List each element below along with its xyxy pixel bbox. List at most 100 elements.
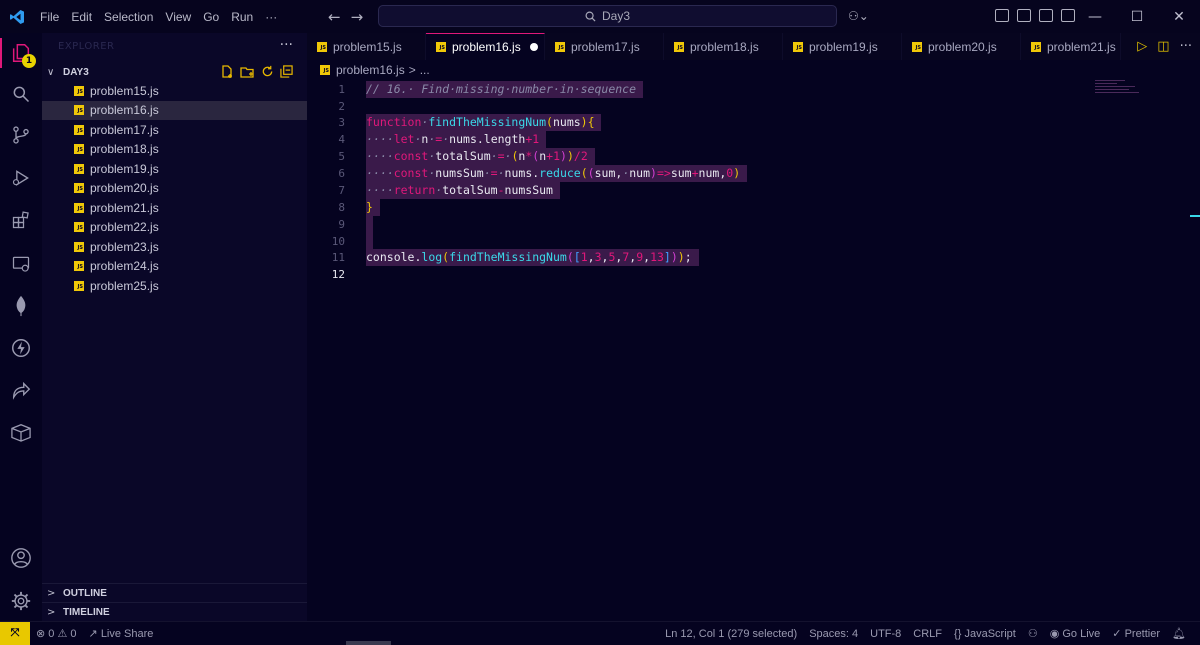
js-file-icon: JS [74, 241, 84, 252]
live-share-icon: ↗ [88, 628, 98, 640]
menu-view[interactable]: View [159, 10, 197, 24]
outline-section[interactable]: > OUTLINE [42, 583, 307, 602]
breadcrumb-rest[interactable]: ... [420, 63, 430, 77]
folder-day3[interactable]: ∨ DAY3 [42, 62, 307, 82]
unsaved-dot-icon[interactable] [529, 43, 538, 51]
code-line: 7 ····return·totalSum-numsSum [307, 182, 1200, 199]
live-share-button[interactable]: ↗ Live Share [83, 627, 160, 640]
new-file-icon[interactable] [220, 65, 234, 82]
file-label: problem18.js [90, 142, 159, 157]
file-item-problem24[interactable]: JS problem24.js [42, 257, 307, 277]
account-icon[interactable] [0, 541, 42, 575]
mongodb-leaf-icon[interactable] [0, 289, 42, 323]
timeline-label: TIMELINE [63, 606, 110, 618]
activity-bar: 1 [0, 33, 42, 621]
tab-problem21[interactable]: JS problem21.js [1021, 33, 1121, 60]
forward-arrow-icon[interactable]: → [351, 8, 364, 26]
close-icon[interactable]: ✕ [1158, 0, 1200, 33]
menu-run[interactable]: Run [225, 10, 259, 24]
horizontal-scrollbar[interactable] [346, 641, 391, 645]
tab-problem19[interactable]: JS problem19.js [783, 33, 902, 60]
menu-go[interactable]: Go [197, 10, 225, 24]
package-icon[interactable] [0, 415, 42, 449]
tab-problem17[interactable]: JS problem17.js [545, 33, 664, 60]
file-item-problem17[interactable]: JS problem17.js [42, 120, 307, 140]
line-number: 2 [338, 100, 345, 113]
scrollbar-marker[interactable] [1190, 215, 1200, 217]
js-file-icon: JS [74, 222, 84, 233]
remote-explorer-icon[interactable] [0, 247, 42, 281]
run-debug-icon[interactable] [0, 161, 42, 195]
file-item-problem21[interactable]: JS problem21.js [42, 198, 307, 218]
breadcrumb-file[interactable]: problem16.js [336, 63, 405, 77]
explorer-more-button[interactable]: ··· [280, 37, 293, 53]
explorer-sidebar: EXPLORER ··· ∨ DAY3 JS problem15.js JS pro… [42, 33, 307, 621]
cursor-position[interactable]: Ln 12, Col 1 (279 selected) [659, 628, 803, 640]
file-item-problem16[interactable]: JS problem16.js [42, 100, 307, 120]
file-item-problem25[interactable]: JS problem25.js [42, 276, 307, 296]
source-control-icon[interactable] [0, 118, 42, 152]
maximize-icon[interactable]: ☐ [1116, 0, 1158, 33]
refresh-icon[interactable] [261, 65, 274, 82]
line-ending[interactable]: CRLF [907, 628, 948, 640]
thunder-client-icon[interactable] [0, 331, 42, 365]
file-item-problem18[interactable]: JS problem18.js [42, 140, 307, 160]
file-item-problem15[interactable]: JS problem15.js [42, 81, 307, 101]
encoding[interactable]: UTF-8 [864, 628, 907, 640]
go-live-button[interactable]: ◉ Go Live [1044, 627, 1107, 640]
menu-file[interactable]: File [34, 10, 65, 24]
back-arrow-icon[interactable]: ← [328, 8, 341, 26]
settings-gear-icon[interactable] [0, 584, 42, 618]
explorer-icon[interactable]: 1 [0, 36, 42, 70]
line-number: 7 [338, 184, 345, 197]
explorer-badge: 1 [22, 54, 36, 68]
customize-layout-icon[interactable] [995, 9, 1009, 22]
language-mode[interactable]: {} JavaScript [948, 628, 1022, 640]
menu-more[interactable]: ··· [259, 10, 283, 24]
tab-problem20[interactable]: JS problem20.js [902, 33, 1021, 60]
command-center-search[interactable]: Day3 [378, 5, 837, 27]
file-item-problem19[interactable]: JS problem19.js [42, 159, 307, 179]
tab-problem18[interactable]: JS problem18.js [664, 33, 783, 60]
minimap[interactable] [1095, 80, 1145, 100]
remote-window-icon[interactable]: ⤧ [0, 622, 30, 645]
live-share-icon[interactable] [0, 373, 42, 407]
js-file-icon: JS [74, 202, 84, 213]
code-line: 3 function·findTheMissingNum(nums){ [307, 114, 1200, 131]
timeline-section[interactable]: > TIMELINE [42, 602, 307, 621]
line-number: 4 [338, 133, 345, 146]
search-icon[interactable] [0, 77, 42, 111]
problems-indicator[interactable]: ⊗ 0 ⚠ 0 [30, 627, 83, 640]
extensions-icon[interactable] [0, 203, 42, 237]
prettier-label: Prettier [1124, 628, 1161, 640]
menu-edit[interactable]: Edit [65, 10, 98, 24]
run-code-icon[interactable]: ▷ [1137, 39, 1147, 54]
code-text [366, 233, 373, 250]
file-item-problem20[interactable]: JS problem20.js [42, 179, 307, 199]
toggle-secondary-sidebar-icon[interactable] [1061, 9, 1075, 22]
js-file-icon: JS [555, 41, 565, 52]
new-folder-icon[interactable] [240, 65, 255, 82]
prettier-button[interactable]: ✓ Prettier [1106, 627, 1166, 640]
file-item-problem22[interactable]: JS problem22.js [42, 218, 307, 238]
js-file-icon: JS [74, 163, 84, 174]
tab-problem15[interactable]: JS problem15.js [307, 33, 426, 60]
split-editor-icon[interactable]: ◫ [1157, 39, 1169, 54]
check-icon: ✓ [1112, 628, 1122, 640]
notifications-bell-icon[interactable]: 🔔︎ [1166, 627, 1192, 640]
indentation[interactable]: Spaces: 4 [803, 628, 864, 640]
collapse-all-icon[interactable] [280, 65, 293, 82]
tab-label: problem20.js [928, 39, 997, 54]
toggle-panel-icon[interactable] [1039, 9, 1053, 22]
toggle-sidebar-icon[interactable] [1017, 9, 1031, 22]
menu-selection[interactable]: Selection [98, 10, 159, 24]
copilot-icon[interactable]: ⚇⌄ [848, 9, 869, 23]
code-editor[interactable]: 1 // 16.· Find·missing·number·in·sequenc… [307, 80, 1200, 621]
minimize-icon[interactable]: — [1074, 0, 1116, 33]
tab-problem16[interactable]: JS problem16.js [426, 33, 545, 60]
file-item-problem23[interactable]: JS problem23.js [42, 237, 307, 257]
js-file-icon: JS [912, 41, 922, 52]
copilot-status-icon[interactable]: ⚇ [1022, 627, 1044, 640]
more-actions-icon[interactable]: ··· [1180, 39, 1192, 54]
outline-label: OUTLINE [63, 587, 107, 599]
